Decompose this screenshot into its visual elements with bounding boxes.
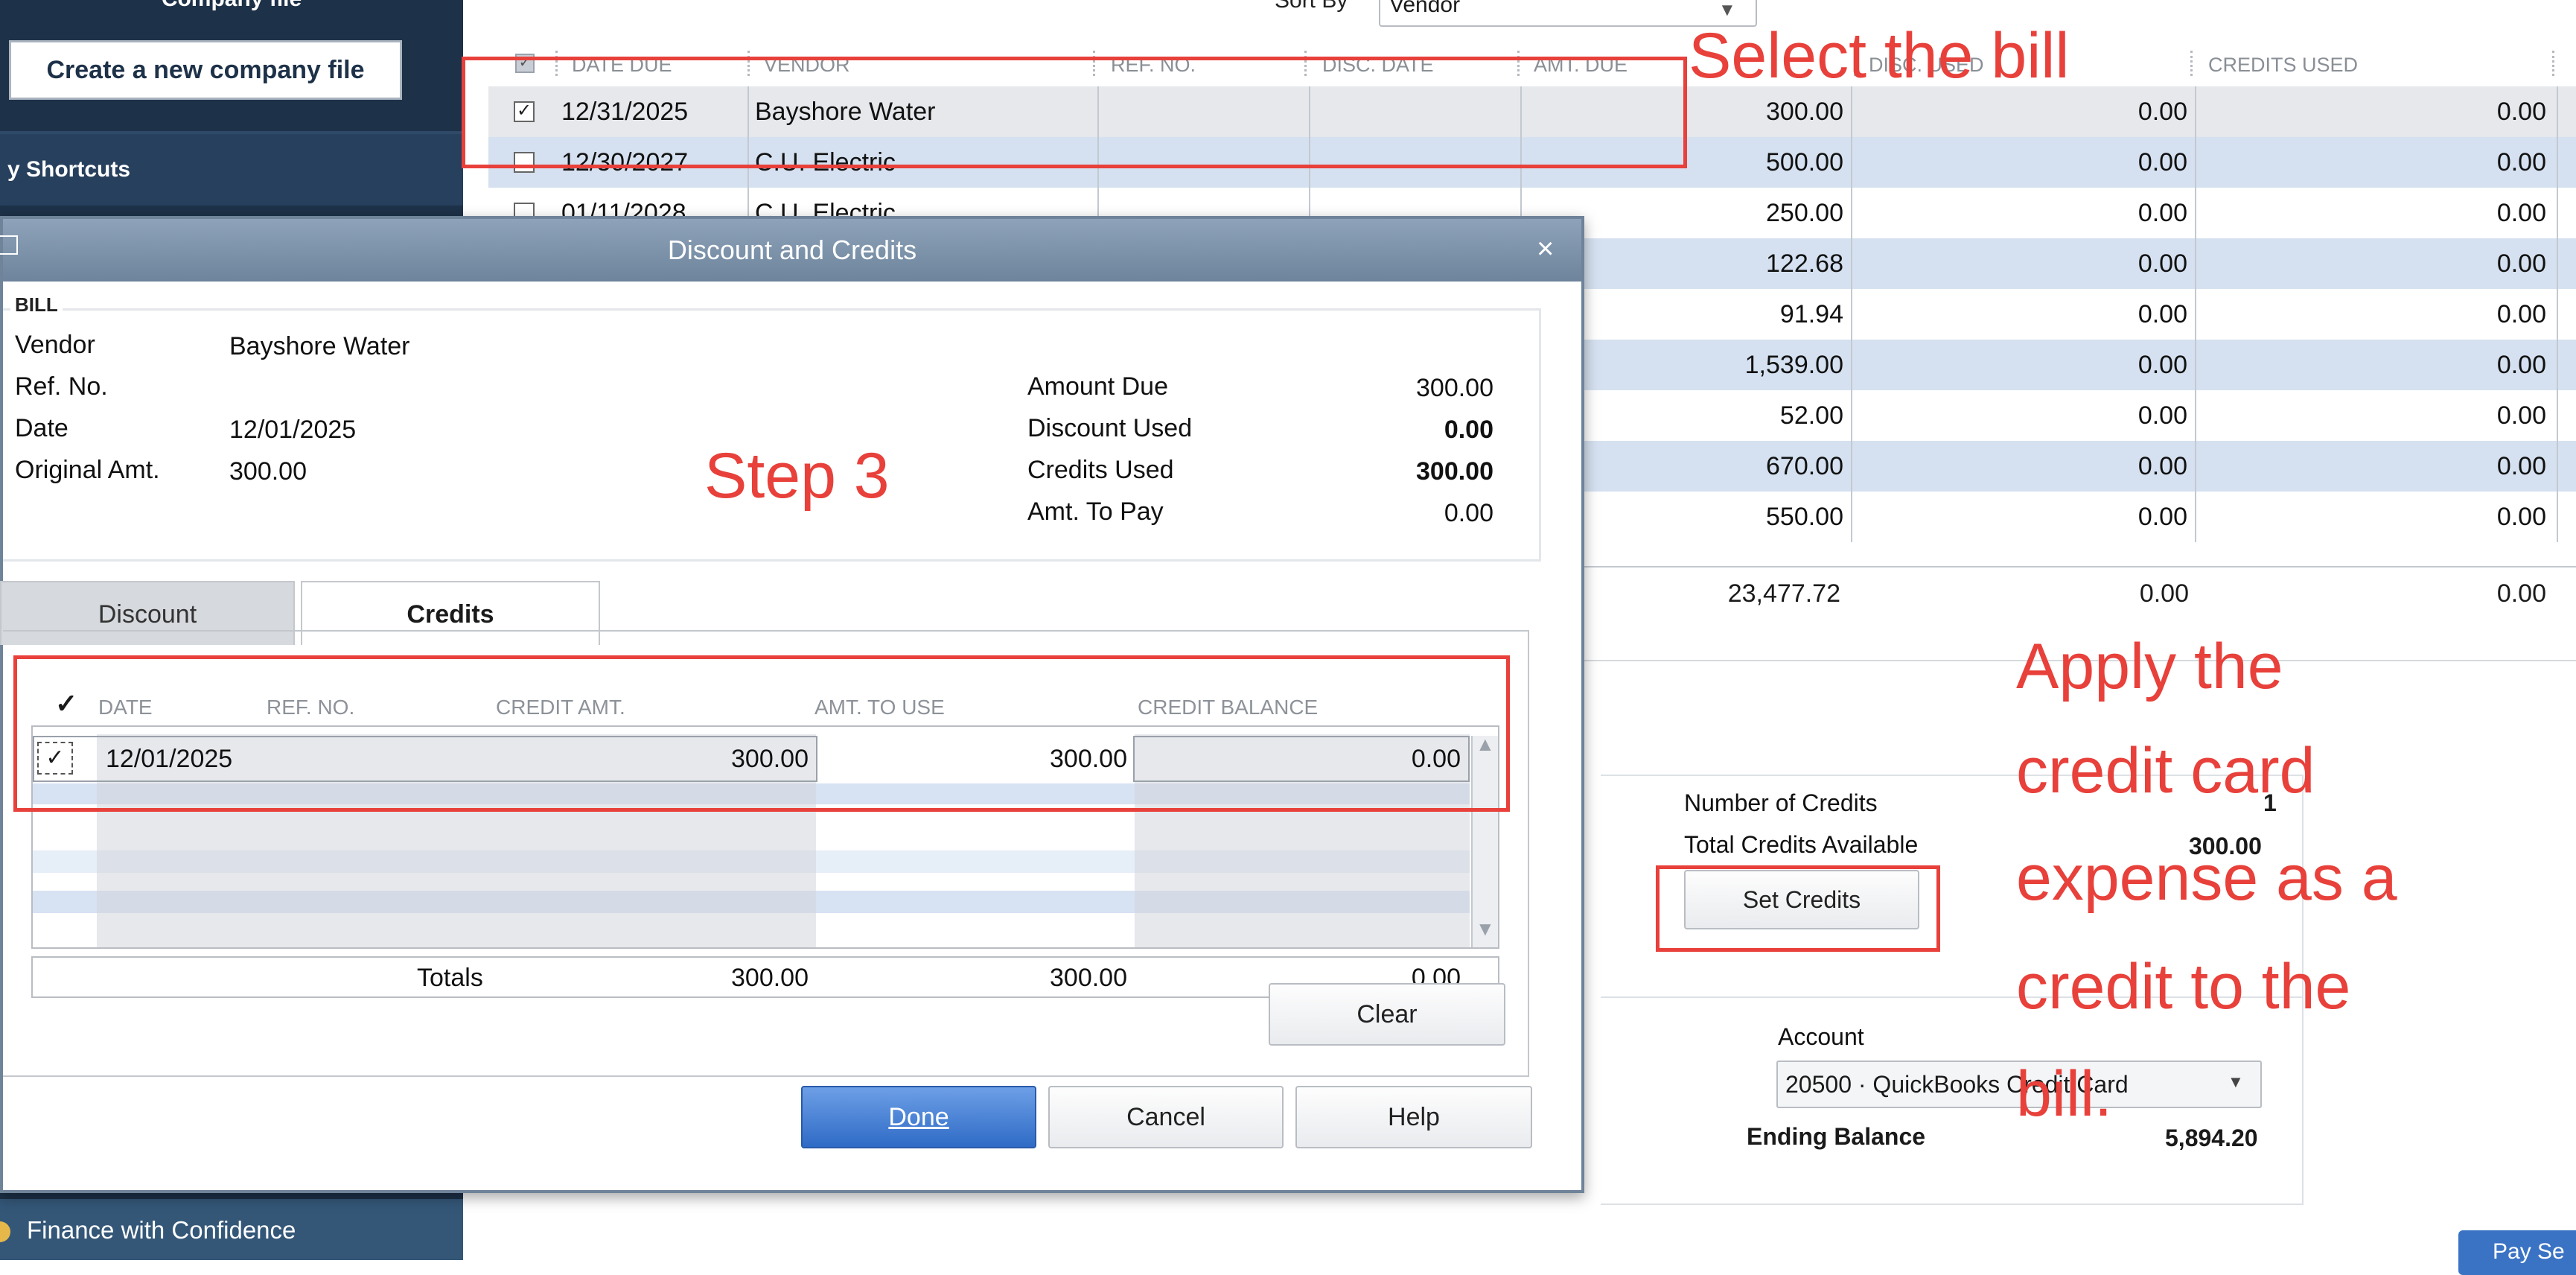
credits-grid-highlight: [13, 655, 1510, 812]
bill-credits-used: 0.00: [2496, 452, 2546, 480]
credits-used-label: Credits Used: [1027, 456, 1174, 484]
set-credits-highlight: [1656, 865, 1940, 952]
total-amt-due: 23,477.72: [1727, 579, 1840, 608]
vendor-value: Bayshore Water: [229, 332, 410, 360]
bill-credits-used: 0.00: [2496, 401, 2546, 430]
close-icon[interactable]: ×: [1537, 232, 1554, 266]
bill-disc-used[interactable]: 0.00: [2015, 137, 2187, 188]
scroll-down-icon[interactable]: ▼: [1476, 918, 1495, 941]
refno-label: Ref. No.: [15, 372, 108, 401]
select-bill-highlight: [462, 57, 1687, 168]
total-credits-available-label: Total Credits Available: [1684, 831, 1919, 858]
bill-disc-used[interactable]: 0.00: [2015, 492, 2187, 542]
bill-amt-due: 122.68: [1766, 249, 1843, 278]
annotation-select-bill: Select the bill: [1689, 20, 2070, 92]
bill-amt-due: 1,539.00: [1744, 351, 1843, 379]
bill-amt-due: 250.00: [1766, 199, 1843, 227]
credits-used-value: 300.00: [1416, 457, 1493, 486]
annotation-apply-line1: Apply the: [2016, 631, 2283, 702]
amt-to-pay-label: Amt. To Pay: [1027, 497, 1164, 526]
bill-credits-used: 0.00: [2496, 148, 2546, 177]
annotation-apply-line5: bill.: [2016, 1058, 2113, 1130]
amount-due-label: Amount Due: [1027, 372, 1168, 401]
vendor-label: Vendor: [15, 331, 95, 359]
bill-amt-due: 550.00: [1766, 503, 1843, 531]
totals-label: Totals: [417, 964, 483, 992]
done-button[interactable]: Done: [801, 1086, 1036, 1148]
bill-disc-used[interactable]: 0.00: [2015, 238, 2187, 289]
bill-credits-used: 0.00: [2496, 503, 2546, 531]
bill-amt-due: 52.00: [1779, 401, 1843, 430]
annotation-apply-line2: credit card: [2016, 735, 2315, 807]
chevron-down-icon: ▼: [1718, 0, 1736, 20]
bill-disc-used[interactable]: 0.00: [2015, 340, 2187, 390]
window-menu-icon[interactable]: [0, 235, 18, 255]
ending-balance-label: Ending Balance: [1747, 1123, 1926, 1150]
bill-disc-used[interactable]: 0.00: [2015, 86, 2187, 137]
original-amt-value: 300.00: [229, 457, 307, 486]
bill-disc-used[interactable]: 0.00: [2015, 188, 2187, 238]
bill-disc-used[interactable]: 0.00: [2015, 390, 2187, 441]
create-company-file-button[interactable]: Create a new company file: [9, 40, 402, 100]
annotation-step3: Step 3: [704, 440, 890, 512]
totals-amt-to-use: 300.00: [1050, 964, 1127, 992]
total-credits-used: 0.00: [2496, 579, 2546, 608]
bill-amt-due: 670.00: [1766, 452, 1843, 480]
discount-used-label: Discount Used: [1027, 414, 1193, 442]
annotation-apply-line4: credit to the: [2016, 951, 2351, 1023]
bill-credits-used: 0.00: [2496, 300, 2546, 328]
company-header: Company file: [0, 0, 463, 12]
amount-due-value: 300.00: [1416, 374, 1493, 402]
chevron-down-icon: ▼: [2228, 1072, 2244, 1091]
shortcuts-header[interactable]: y Shortcuts: [0, 134, 463, 206]
date-value: 12/01/2025: [229, 416, 357, 444]
bill-credits-used: 0.00: [2496, 98, 2546, 126]
account-label: Account: [1778, 1023, 1864, 1050]
help-button[interactable]: Help: [1295, 1086, 1532, 1148]
total-disc-used: 0.00: [2139, 579, 2189, 608]
bill-credits-used: 0.00: [2496, 249, 2546, 278]
annotation-apply-line3: expense as a: [2016, 842, 2397, 914]
cancel-button[interactable]: Cancel: [1048, 1086, 1284, 1148]
bill-amt-due: 91.94: [1779, 300, 1843, 328]
original-amt-label: Original Amt.: [15, 456, 160, 484]
pay-selected-bills-button[interactable]: Pay Se: [2458, 1230, 2576, 1275]
bill-credits-used: 0.00: [2496, 351, 2546, 379]
bill-disc-used[interactable]: 0.00: [2015, 441, 2187, 492]
col-credits-used[interactable]: CREDITS USED: [2208, 49, 2358, 80]
ending-balance-value: 5,894.20: [2165, 1125, 2258, 1151]
sort-by-label: Sort By: [1275, 0, 1348, 13]
date-label: Date: [15, 414, 68, 442]
number-of-credits-label: Number of Credits: [1684, 789, 1878, 816]
bill-credits-used: 0.00: [2496, 199, 2546, 227]
clear-button[interactable]: Clear: [1269, 983, 1505, 1046]
discount-used-value: 0.00: [1444, 416, 1493, 444]
amt-to-pay-value: 0.00: [1444, 499, 1493, 527]
totals-divider: [1584, 566, 2576, 567]
bill-disc-used[interactable]: 0.00: [2015, 289, 2187, 340]
totals-credit-amt: 300.00: [731, 964, 809, 992]
bill-section-label: BILL: [10, 293, 63, 317]
dialog-title[interactable]: Discount and Credits: [3, 219, 1581, 282]
finance-with-confidence-link[interactable]: Finance with Confidence: [0, 1199, 463, 1260]
